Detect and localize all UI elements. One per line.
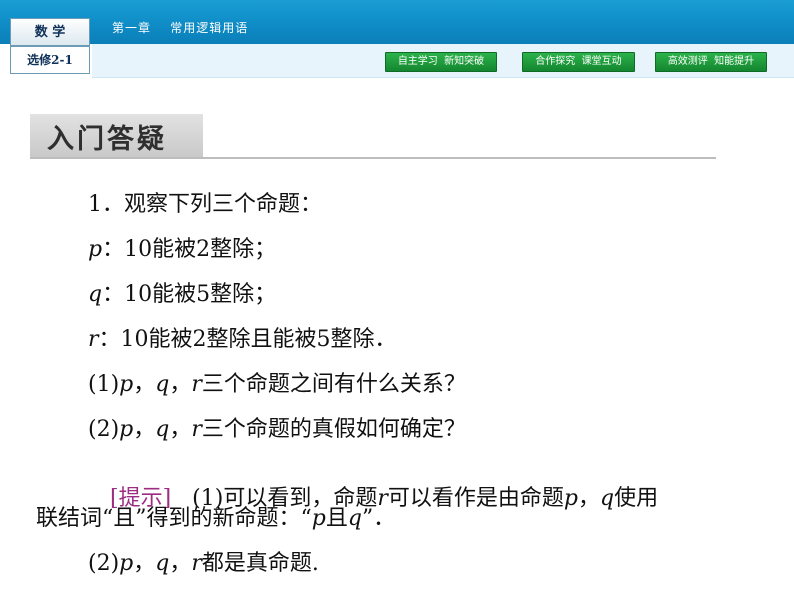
q1-number: (1) (88, 372, 120, 397)
q2-var-r: r (191, 417, 202, 442)
question-1: (1)p，q，r三个命题之间有什么关系？ (88, 366, 466, 398)
self-study-button[interactable]: 自主学习 新知突破 (385, 52, 497, 72)
hint2-var-q: q (347, 506, 362, 531)
q2-var-q: q (155, 417, 170, 442)
ans2-var-p: p (119, 551, 134, 576)
assessment-button[interactable]: 高效测评 知能提升 (655, 52, 767, 72)
section-divider (30, 157, 716, 159)
q2-text: 三个命题的真假如何确定？ (201, 417, 466, 442)
proposition-r-text: ：10能被2整除且能被5整除． (98, 327, 397, 352)
question-intro-text: 1．观察下列三个命题： (88, 192, 322, 217)
ans2-var-r: r (191, 551, 202, 576)
course-label: 选修2-1 (10, 46, 90, 74)
q1-var-p: p (119, 372, 134, 397)
section-title: 入门答疑 (47, 124, 167, 155)
proposition-q: q：10能被5整除； (88, 276, 276, 308)
var-q: q (88, 282, 103, 307)
hint2-text: ”． (361, 506, 396, 531)
q1-var-r: r (191, 372, 202, 397)
ans2-text: 都是真命题. (201, 551, 319, 576)
ans2-number: (2) (88, 551, 120, 576)
hint-var-q: q (599, 486, 615, 511)
question-2: (2)p，q，r三个命题的真假如何确定？ (88, 411, 466, 443)
q2-number: (2) (88, 417, 120, 442)
hint-var-p: p (563, 486, 578, 511)
ans2-sep: ， (133, 551, 156, 576)
proposition-p: p：10能被2整除； (88, 231, 276, 263)
var-p: p (88, 237, 103, 262)
q2-sep: ， (169, 417, 192, 442)
cooperative-inquiry-button[interactable]: 合作探究 课堂互动 (522, 52, 635, 72)
q2-sep: ， (133, 417, 156, 442)
subject-label: 数 学 (10, 18, 90, 46)
q1-var-q: q (155, 372, 170, 397)
ans2-sep: ， (169, 551, 192, 576)
hint-sep: ， (577, 486, 600, 511)
hint2-var-p: p (311, 506, 326, 531)
proposition-q-text: ：10能被5整除； (102, 282, 277, 307)
hint-line-2: 联结词“且”得到的新命题：“p且q”． (36, 500, 395, 532)
hint2-text: 且 (325, 506, 348, 531)
hint-text: 使用 (614, 486, 659, 511)
q1-sep: ， (169, 372, 192, 397)
answer-2: (2)p，q，r都是真命题. (88, 545, 319, 577)
question-intro: 1．观察下列三个命题： (88, 186, 322, 218)
hint-text: 可以看作是由命题 (387, 486, 564, 511)
q1-sep: ， (133, 372, 156, 397)
proposition-r: r：10能被2整除且能被5整除． (88, 321, 397, 353)
q1-text: 三个命题之间有什么关系？ (201, 372, 466, 397)
hint2-text: 联结词“且”得到的新命题：“ (36, 506, 312, 531)
var-r: r (88, 327, 99, 352)
chapter-title: 第一章 常用逻辑用语 (112, 21, 249, 35)
proposition-p-text: ：10能被2整除； (102, 237, 277, 262)
q2-var-p: p (119, 417, 134, 442)
ans2-var-q: q (155, 551, 170, 576)
